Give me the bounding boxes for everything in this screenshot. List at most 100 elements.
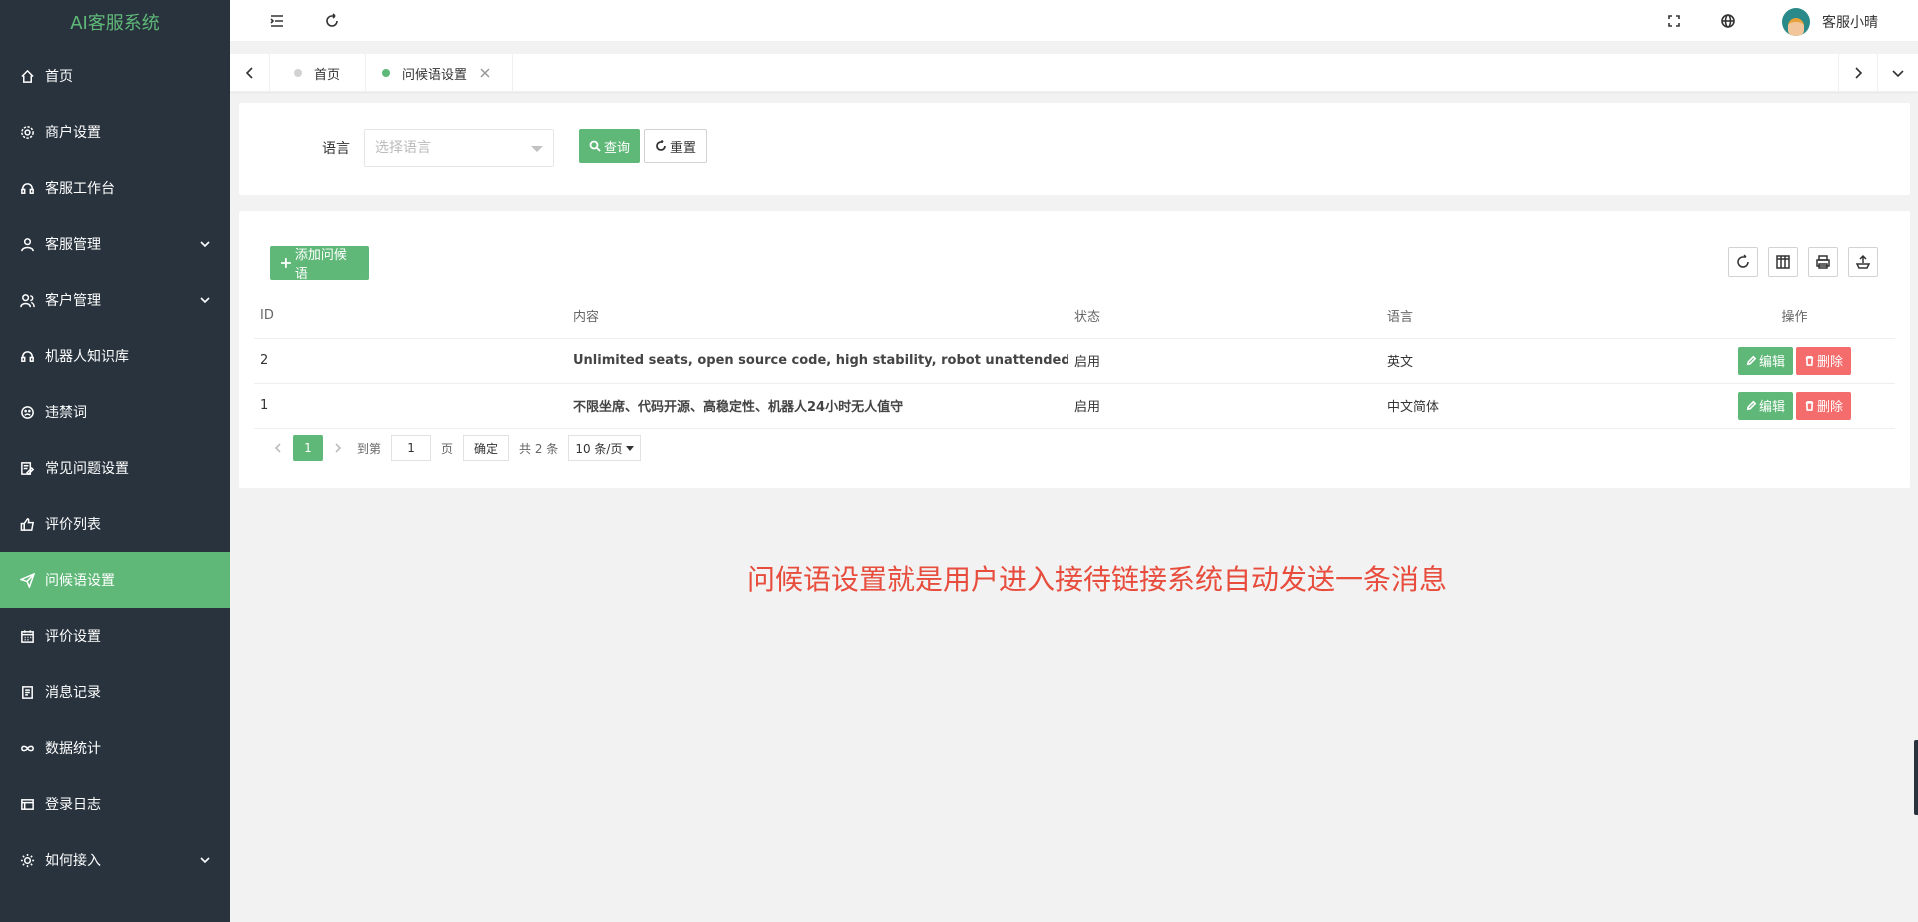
refresh-icon (1737, 254, 1749, 268)
sidebar-nav: 首页 商户设置 客服工作台 客服管理 客户管理 机器人知识库 违禁词 常见问题设… (0, 48, 230, 888)
globe-icon (1721, 14, 1735, 28)
table-refresh-button[interactable] (1728, 247, 1758, 277)
sidebar-item-greeting-settings[interactable]: 问候语设置 (0, 552, 230, 608)
edit-button-label: 编辑 (1758, 355, 1785, 370)
query-button-label: 查询 (604, 140, 631, 156)
edit-button[interactable]: 编辑 (1737, 346, 1793, 375)
menu-toggle-button[interactable] (265, 9, 289, 33)
sidebar-item-agent-management[interactable]: 客服管理 (0, 216, 230, 272)
tabs-menu-button[interactable] (1878, 54, 1918, 92)
chevron-down-icon (198, 293, 212, 307)
columns-filter-button[interactable] (1768, 247, 1798, 277)
close-icon[interactable] (479, 67, 491, 79)
sidebar-item-how-to-integrate[interactable]: 如何接入 (0, 832, 230, 888)
sidebar-item-login-log[interactable]: 登录日志 (0, 776, 230, 832)
pencil-icon (1746, 355, 1757, 366)
tabs-scroll-right-button[interactable] (1838, 54, 1878, 92)
tab-home[interactable]: 首页 (270, 54, 366, 92)
fullscreen-button[interactable] (1662, 9, 1686, 33)
cell-id: 2 (254, 338, 567, 384)
column-header-id: ID (254, 293, 567, 339)
language-select-placeholder: 选择语言 (375, 140, 431, 156)
columns-icon (1776, 255, 1790, 269)
table-row[interactable]: 2 Unlimited seats, open source code, hig… (254, 338, 1895, 384)
delete-button[interactable]: 删除 (1796, 391, 1852, 420)
page-number-current[interactable]: 1 (293, 435, 323, 461)
user-name: 客服小晴 (1822, 15, 1878, 31)
goto-page-input[interactable]: 1 (391, 435, 432, 461)
send-icon (19, 572, 35, 588)
side-handle[interactable] (1914, 740, 1918, 815)
log-icon (19, 796, 35, 812)
cell-content: Unlimited seats, open source code, high … (567, 338, 1068, 384)
plug-icon (19, 852, 35, 868)
chevron-left-icon (245, 67, 253, 79)
sidebar-item-label: 评价设置 (45, 629, 101, 645)
tabs-scroll-left-button[interactable] (230, 54, 270, 92)
language-label: 语言 (322, 141, 350, 157)
page-size-select[interactable]: 10 条/页 (568, 435, 642, 461)
next-page-button[interactable] (327, 435, 349, 461)
cell-actions: 编辑 删除 (1694, 383, 1895, 429)
refresh-button[interactable] (320, 9, 344, 33)
sidebar-item-label: 机器人知识库 (45, 349, 129, 365)
fullscreen-icon (1668, 15, 1680, 27)
goto-confirm-button[interactable]: 确定 (463, 435, 510, 461)
tab-dot (382, 69, 390, 77)
printer-icon (1816, 255, 1830, 269)
sidebar-item-message-records[interactable]: 消息记录 (0, 664, 230, 720)
sidebar-item-label: 问候语设置 (45, 573, 115, 589)
note-icon (19, 684, 35, 700)
sidebar-item-statistics[interactable]: 数据统计 (0, 720, 230, 776)
table-row[interactable]: 1 不限坐席、代码开源、高稳定性、机器人24小时无人值守 启用 中文简体 编辑 删… (254, 383, 1895, 429)
sidebar-item-home[interactable]: 首页 (0, 48, 230, 104)
top-header: 客服小晴 (230, 0, 1918, 42)
edit-button-label: 编辑 (1758, 400, 1785, 415)
reset-button[interactable]: 重置 (644, 129, 707, 163)
sidebar-item-label: 客服管理 (45, 237, 101, 253)
cell-actions: 编辑 删除 (1694, 338, 1895, 384)
greetings-table: ID 内容 状态 语言 操作 2 Unlimited seats, open s… (254, 293, 1895, 429)
users-icon (19, 292, 35, 308)
reset-button-label: 重置 (670, 140, 697, 156)
sidebar-item-label: 违禁词 (45, 405, 87, 421)
edit-button[interactable]: 编辑 (1737, 391, 1793, 420)
sidebar-item-label: 登录日志 (45, 797, 101, 813)
print-button[interactable] (1808, 247, 1838, 277)
language-select[interactable]: 选择语言 (364, 129, 554, 167)
table-header-row: ID 内容 状态 语言 操作 (254, 293, 1895, 339)
avatar (1782, 8, 1810, 36)
chevron-down-icon (198, 853, 212, 867)
export-icon (1855, 254, 1871, 269)
user-menu[interactable]: 客服小晴 (1782, 7, 1878, 37)
home-icon (19, 68, 35, 84)
sidebar-item-robot-knowledge-base[interactable]: 机器人知识库 (0, 328, 230, 384)
prev-page-button[interactable] (267, 435, 289, 461)
chevron-right-icon (1855, 67, 1863, 79)
plus-icon (280, 258, 291, 268)
delete-button-label: 删除 (1817, 400, 1844, 415)
table-card: 添加问候语 ID 内容 状态 语言 操作 2 Unlimited seats, (239, 211, 1910, 488)
chevron-down-icon (1892, 70, 1904, 78)
sidebar-item-merchant-settings[interactable]: 商户设置 (0, 104, 230, 160)
sidebar-item-review-list[interactable]: 评价列表 (0, 496, 230, 552)
caret-down-icon (626, 445, 635, 451)
add-greeting-button[interactable]: 添加问候语 (270, 246, 369, 282)
sidebar-item-banned-words[interactable]: 违禁词 (0, 384, 230, 440)
calendar-icon (19, 628, 35, 644)
goto-label: 到第 (357, 441, 382, 456)
cell-status: 启用 (1068, 383, 1381, 429)
language-button[interactable] (1716, 9, 1740, 33)
tabs-bar: 首页 问候语设置 (230, 54, 1918, 92)
delete-button[interactable]: 删除 (1796, 346, 1852, 375)
caret-down-icon (531, 146, 543, 152)
sidebar-item-faq-settings[interactable]: 常见问题设置 (0, 440, 230, 496)
sidebar-item-agent-workbench[interactable]: 客服工作台 (0, 160, 230, 216)
sidebar-item-customer-management[interactable]: 客户管理 (0, 272, 230, 328)
column-header-content: 内容 (567, 293, 1068, 339)
tab-greeting-settings[interactable]: 问候语设置 (366, 54, 513, 92)
sidebar-item-review-settings[interactable]: 评价设置 (0, 608, 230, 664)
query-button[interactable]: 查询 (579, 129, 640, 163)
export-button[interactable] (1848, 247, 1878, 277)
app-logo-title[interactable]: AI客服系统 (0, 0, 230, 48)
